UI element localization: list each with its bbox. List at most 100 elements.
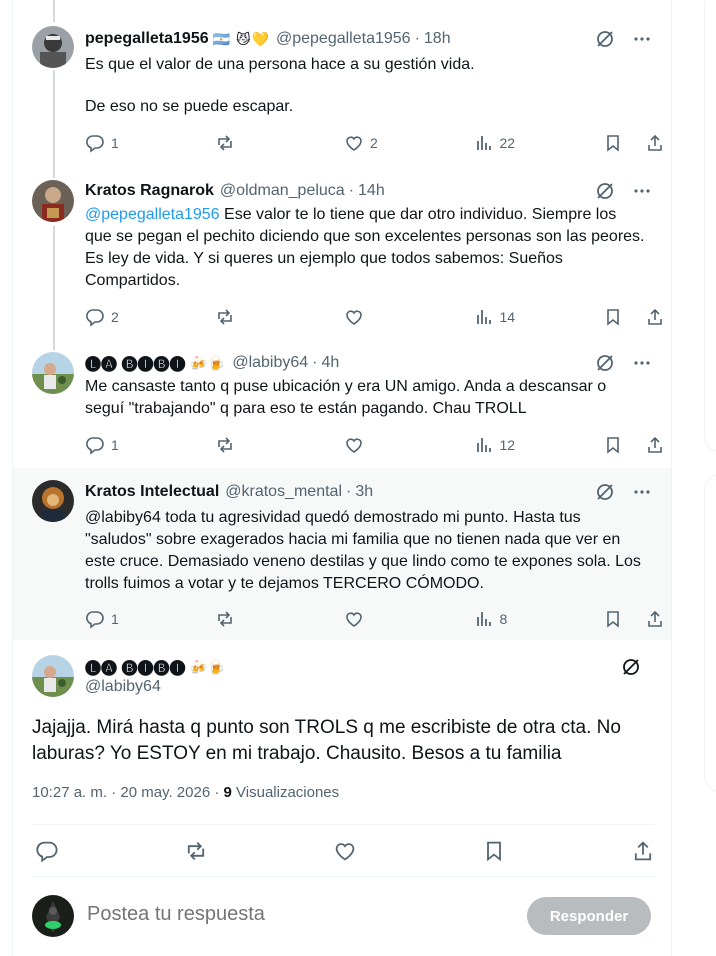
share-icon[interactable] [631,839,655,863]
repost-icon [215,435,235,455]
reply-item[interactable]: Kratos Ragnarok @oldman_peluca · 14h @pe… [13,174,671,346]
repost-button[interactable] [215,133,277,153]
separator-dot: · [312,354,318,371]
avatar[interactable] [32,655,74,697]
bookmark-icon[interactable] [603,609,623,629]
post-text: Me cansaste tanto q puse ubicación y era… [85,378,607,417]
views-button[interactable]: 12 [474,435,536,455]
action-bar: 1 8 [85,608,665,630]
grok-icon[interactable] [595,353,615,373]
thread-line [53,226,55,346]
more-icon[interactable] [633,483,651,501]
author-emoji: 🍻🍺 [189,658,227,675]
author-emoji: 🇦🇷 😼💛 [212,30,270,47]
share-icon[interactable] [645,307,665,327]
avatar[interactable] [32,895,74,937]
author-handle[interactable]: @oldman_peluca [220,182,345,200]
grok-icon[interactable] [595,181,615,201]
author-handle[interactable]: @labiby64 [232,354,308,372]
thread-line [53,346,55,350]
like-button[interactable] [344,609,406,629]
views-label: Visualizaciones [236,784,340,801]
action-bar: 2 14 [85,306,665,328]
reply-button[interactable]: Responder [527,897,651,935]
post-date[interactable]: 20 may. 2026 [120,784,210,801]
grok-icon[interactable] [595,29,615,49]
author-handle[interactable]: @pepegalleta1956 [276,30,411,48]
more-icon[interactable] [633,354,651,372]
author-handle[interactable]: @labiby64 [85,678,161,696]
author-name[interactable]: 🅛🅐 🅑🅘🅑🅘 [85,351,185,375]
author-name[interactable]: 🅛🅐 🅑🅘🅑🅘 [85,655,185,679]
conversation-column: pepegalleta1956 🇦🇷 😼💛 @pepegalleta1956 ·… [12,0,672,956]
avatar[interactable] [32,180,74,222]
views-button[interactable]: 8 [474,609,536,629]
repost-button[interactable] [215,609,277,629]
post-text: Es que el valor de una persona hace a su… [85,56,475,115]
reply-button[interactable]: 1 [85,609,147,629]
reply-input[interactable] [87,903,467,926]
like-icon [344,307,364,327]
avatar[interactable] [32,352,74,394]
author-name[interactable]: Kratos Ragnarok [85,182,214,200]
views-count: 9 [223,784,232,801]
like-button[interactable] [344,435,406,455]
reply-button[interactable]: 1 [85,133,147,153]
reply-button[interactable]: 2 [85,307,147,327]
grok-icon[interactable] [621,657,641,677]
like-icon[interactable] [333,839,357,863]
main-post: 🅛🅐 🅑🅘🅑🅘 🍻🍺 @labiby64 Jajajja. Mirá hasta… [13,643,671,877]
bookmark-icon[interactable] [603,435,623,455]
action-bar: 1 12 [85,434,665,456]
repost-button[interactable] [215,307,277,327]
reply-icon [85,307,105,327]
share-icon[interactable] [645,133,665,153]
repost-button[interactable] [215,435,277,455]
repost-icon[interactable] [184,839,208,863]
action-bar [35,839,655,863]
views-button[interactable]: 14 [474,307,536,327]
author-name[interactable]: pepegalleta1956 [85,30,209,48]
avatar[interactable] [32,26,74,68]
post-time[interactable]: 14h [358,182,385,200]
reply-item[interactable]: pepegalleta1956 🇦🇷 😼💛 @pepegalleta1956 ·… [13,0,671,174]
more-icon[interactable] [633,182,651,200]
reply-composer: Responder [13,877,671,956]
separator-dot: · [346,483,352,500]
repost-icon [215,609,235,629]
post-time[interactable]: 4h [322,354,340,372]
like-button[interactable] [344,307,406,327]
bookmark-icon[interactable] [603,133,623,153]
author-handle[interactable]: @kratos_mental [225,483,342,501]
post-text: @labiby64 toda tu agresividad quedó demo… [85,509,641,592]
views-icon [474,307,494,327]
post-time[interactable]: 10:27 a. m. [32,784,107,801]
reply-icon[interactable] [35,839,59,863]
reply-icon [85,435,105,455]
like-icon [344,609,364,629]
avatar[interactable] [32,480,74,522]
post-text: @pepegalleta1956 Ese valor te lo tiene q… [85,206,645,289]
reply-icon [85,609,105,629]
views-button[interactable]: 22 [474,133,536,153]
share-icon[interactable] [645,435,665,455]
reply-item[interactable]: 🅛🅐 🅑🅘🅑🅘 🍻🍺 @labiby64 · 4h Me cansaste ta… [13,346,671,468]
post-text: Jajajja. Mirá hasta q punto son TROLS q … [32,717,621,764]
like-button[interactable]: 2 [344,133,406,153]
mention-link[interactable]: @pepegalleta1956 [85,206,220,223]
thread-line [53,0,55,22]
reply-button[interactable]: 1 [85,435,147,455]
reply-item[interactable]: Kratos Intelectual @kratos_mental · 3h @… [13,468,671,640]
bookmark-icon[interactable] [603,307,623,327]
post-time[interactable]: 3h [355,483,373,501]
author-name[interactable]: Kratos Intelectual [85,483,219,501]
repost-icon [215,133,235,153]
share-icon[interactable] [645,609,665,629]
reply-icon [85,133,105,153]
more-icon[interactable] [633,30,651,48]
grok-icon[interactable] [595,482,615,502]
views-icon [474,435,494,455]
separator-dot: · [414,30,420,47]
bookmark-icon[interactable] [482,839,506,863]
post-time[interactable]: 18h [424,30,451,48]
